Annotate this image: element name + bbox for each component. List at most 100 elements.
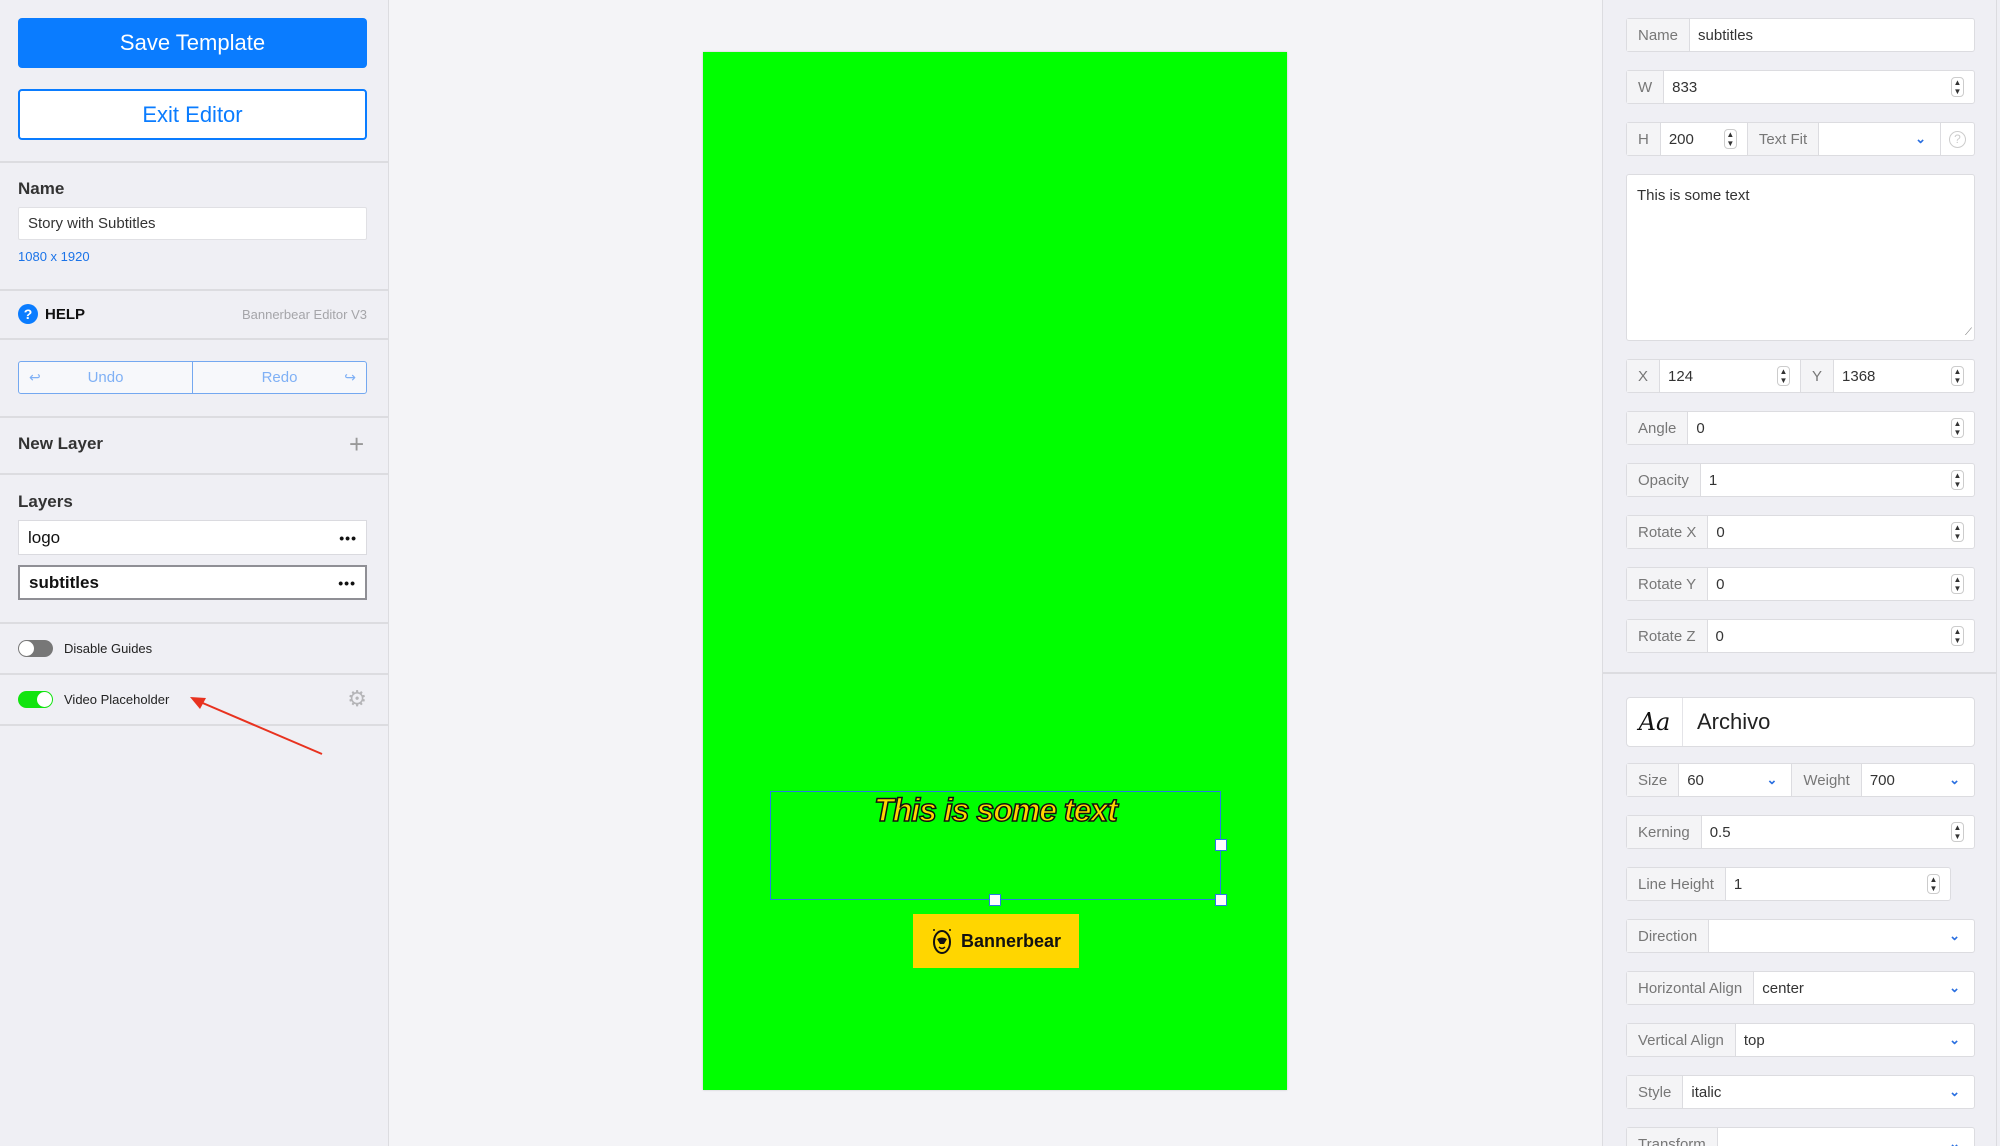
transform-select[interactable]: ⌄ <box>1718 1128 1974 1146</box>
size-select[interactable]: 60 ⌄ <box>1679 764 1791 796</box>
resize-handle-bottom-right[interactable] <box>1215 894 1227 906</box>
disable-guides-row: Disable Guides <box>18 637 367 659</box>
field-label: Opacity <box>1627 464 1701 496</box>
resize-grip-icon[interactable]: ⟋ <box>1965 327 1972 338</box>
field-label: Y <box>1800 360 1835 392</box>
layer-item-subtitles[interactable]: subtitles ••• <box>18 565 367 600</box>
add-layer-icon[interactable]: + <box>349 431 364 457</box>
font-picker[interactable]: Aa Archivo <box>1626 697 1975 747</box>
help-link[interactable]: HELP <box>45 306 85 323</box>
stepper-icon[interactable]: ▲ ▼ <box>1951 626 1964 646</box>
redo-icon: ↪ <box>344 369 356 385</box>
font-name: Archivo <box>1697 709 1771 734</box>
opacity-input[interactable]: 1 ▲ ▼ <box>1701 464 1974 496</box>
field-label: Rotate X <box>1627 516 1709 548</box>
layer-name-input[interactable]: subtitles <box>1690 19 1974 51</box>
rotate-y-input[interactable]: 0 ▲ ▼ <box>1708 568 1974 600</box>
angle-input[interactable]: 0 ▲ ▼ <box>1688 412 1974 444</box>
scrollbar-track[interactable] <box>1996 0 1997 1146</box>
divider <box>1603 672 1996 674</box>
style-select[interactable]: italic ⌄ <box>1683 1076 1974 1108</box>
divider <box>0 622 389 624</box>
x-input[interactable]: 124 ▲ ▼ <box>1660 360 1800 392</box>
line-height-input[interactable]: 1 ▲ ▼ <box>1726 868 1950 900</box>
position-row: X 124 ▲ ▼ Y 1368 ▲ ▼ <box>1626 359 1975 393</box>
stepper-icon[interactable]: ▲ ▼ <box>1927 874 1940 894</box>
stepper-icon[interactable]: ▲ ▼ <box>1723 129 1737 149</box>
field-label: Horizontal Align <box>1627 972 1755 1004</box>
x-value: 124 <box>1668 367 1694 385</box>
layer-menu-icon[interactable]: ••• <box>339 530 357 546</box>
kerning-input[interactable]: 0.5 ▲ ▼ <box>1702 816 1974 848</box>
width-input[interactable]: 833 ▲ ▼ <box>1664 71 1974 103</box>
layer-name: logo <box>28 527 61 547</box>
help-row: ? HELP Bannerbear Editor V3 <box>18 303 367 325</box>
save-template-button[interactable]: Save Template <box>18 18 367 68</box>
subtitles-text-layer[interactable]: This is some text <box>770 791 1227 906</box>
direction-select[interactable]: ⌄ <box>1709 920 1974 952</box>
kerning-value: 0.5 <box>1709 823 1731 841</box>
properties-panel: Name subtitles W 833 ▲ ▼ H 200 ▲ ▼ Text Fit … <box>1602 0 2000 1146</box>
layer-item-logo[interactable]: logo ••• <box>18 520 367 555</box>
field-label: Direction <box>1627 920 1710 952</box>
logo-layer[interactable]: Bannerbear <box>913 914 1079 968</box>
field-label: X <box>1627 360 1661 392</box>
chevron-down-icon: ⌄ <box>1915 131 1926 146</box>
stepper-icon[interactable]: ▲ ▼ <box>1951 822 1964 842</box>
left-sidebar: Save Template Exit Editor Name Story wit… <box>0 0 389 1146</box>
stepper-icon[interactable]: ▲ ▼ <box>1951 77 1964 97</box>
template-name-label: Name <box>18 179 65 198</box>
layer-menu-icon[interactable]: ••• <box>338 575 356 591</box>
chevron-down-icon: ⌄ <box>1949 980 1960 995</box>
help-icon[interactable]: ? <box>18 304 38 324</box>
stepper-icon[interactable]: ▲ ▼ <box>1951 366 1964 386</box>
stepper-icon[interactable]: ▲ ▼ <box>1951 470 1964 490</box>
field-label: Rotate Z <box>1627 620 1708 652</box>
undo-button[interactable]: ↩ Undo <box>19 362 192 393</box>
weight-select[interactable]: 700 ⌄ <box>1862 764 1974 796</box>
new-layer-label: New Layer <box>18 434 104 453</box>
video-placeholder-toggle[interactable] <box>18 690 53 708</box>
design-canvas[interactable]: This is some text Bannerbear <box>703 52 1287 1090</box>
subtitle-text: This is some text <box>873 791 1118 829</box>
undo-label: Undo <box>87 369 124 386</box>
template-name-input[interactable]: Story with Subtitles <box>18 207 367 240</box>
height-input[interactable]: 200 ▲ ▼ <box>1661 123 1747 155</box>
text-fit-help[interactable]: ? <box>1940 123 1974 155</box>
stepper-icon[interactable]: ▲ ▼ <box>1777 366 1790 386</box>
rotate-x-input[interactable]: 0 ▲ ▼ <box>1708 516 1974 548</box>
rotate-z-input[interactable]: 0 ▲ ▼ <box>1708 620 1974 652</box>
vertical-align-select[interactable]: top ⌄ <box>1736 1024 1974 1056</box>
field-label: Weight <box>1791 764 1862 796</box>
font-icon: Aa <box>1627 698 1683 746</box>
resize-handle-right[interactable] <box>1215 839 1227 851</box>
stepper-icon[interactable]: ▲ ▼ <box>1951 522 1964 542</box>
field-label: Line Height <box>1627 868 1726 900</box>
divider <box>0 673 389 675</box>
field-label: Size <box>1627 764 1680 796</box>
chevron-down-icon: ⌄ <box>1949 928 1960 943</box>
video-placeholder-row: Video Placeholder ⚙ <box>18 686 367 712</box>
resize-handle-bottom[interactable] <box>989 894 1001 906</box>
divider <box>0 724 389 726</box>
width-field: W 833 ▲ ▼ <box>1626 70 1975 104</box>
stepper-icon[interactable]: ▲ ▼ <box>1951 574 1964 594</box>
angle-value: 0 <box>1696 419 1705 437</box>
exit-editor-button[interactable]: Exit Editor <box>18 89 367 140</box>
size-value: 60 <box>1687 771 1704 789</box>
disable-guides-toggle[interactable] <box>18 639 53 657</box>
field-label: Text Fit <box>1746 123 1820 155</box>
line-height-value: 1 <box>1733 875 1743 893</box>
redo-button[interactable]: Redo ↪ <box>192 362 366 393</box>
stepper-icon[interactable]: ▲ ▼ <box>1951 418 1964 438</box>
field-label: Angle <box>1627 412 1689 444</box>
y-input[interactable]: 1368 ▲ ▼ <box>1834 360 1974 392</box>
bear-logo-icon <box>932 929 951 954</box>
text-content-input[interactable]: This is some text ⟋ <box>1626 174 1975 341</box>
text-fit-select[interactable]: ⌄ <box>1819 123 1940 155</box>
divider <box>0 338 389 340</box>
gear-icon[interactable]: ⚙ <box>347 686 367 712</box>
field-label: Rotate Y <box>1627 568 1709 600</box>
horizontal-align-select[interactable]: center ⌄ <box>1754 972 1974 1004</box>
field-label: H <box>1627 123 1661 155</box>
